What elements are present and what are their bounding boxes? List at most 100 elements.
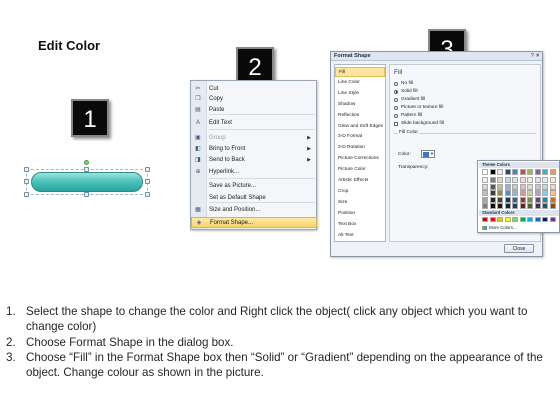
theme-color-swatch[interactable] xyxy=(542,183,548,190)
theme-color-swatch[interactable] xyxy=(489,196,496,203)
theme-color-swatch[interactable] xyxy=(482,183,488,190)
theme-color-swatch[interactable] xyxy=(512,190,518,197)
theme-color-swatch[interactable] xyxy=(519,190,526,197)
theme-color-swatch[interactable] xyxy=(489,177,496,184)
category-item[interactable]: Size xyxy=(335,198,385,208)
checkbox[interactable] xyxy=(394,121,398,126)
resize-handle[interactable] xyxy=(145,167,150,172)
resize-handle[interactable] xyxy=(24,192,29,197)
standard-color-swatch[interactable] xyxy=(489,217,496,222)
fill-option[interactable]: Solid fill xyxy=(394,88,418,95)
theme-color-swatch[interactable] xyxy=(542,177,548,184)
theme-color-swatch[interactable] xyxy=(549,183,556,190)
theme-color-swatch[interactable] xyxy=(519,183,526,190)
resize-handle[interactable] xyxy=(24,179,29,184)
theme-color-swatch[interactable] xyxy=(489,190,496,197)
dialog-help-close-icons[interactable]: ? ✕ xyxy=(531,52,540,61)
theme-color-swatch[interactable] xyxy=(534,196,541,203)
theme-color-swatch[interactable] xyxy=(497,190,503,197)
standard-color-swatch[interactable] xyxy=(482,217,488,222)
category-item[interactable]: Reflection xyxy=(335,111,385,121)
theme-color-swatch[interactable] xyxy=(534,169,541,175)
theme-color-swatch[interactable] xyxy=(549,190,556,197)
theme-color-swatch[interactable] xyxy=(527,196,533,203)
radio-button[interactable] xyxy=(394,81,398,86)
close-button[interactable]: Close xyxy=(504,244,534,253)
theme-color-swatch[interactable] xyxy=(512,183,518,190)
category-item[interactable]: Artistic Effects xyxy=(335,176,385,186)
category-item[interactable]: Text Box xyxy=(335,220,385,230)
context-menu-item[interactable]: ◨ Send to Back ▶ xyxy=(191,155,317,166)
theme-color-swatch[interactable] xyxy=(549,169,556,175)
theme-color-swatch[interactable] xyxy=(519,203,526,209)
theme-color-swatch[interactable] xyxy=(534,177,541,184)
theme-color-swatch[interactable] xyxy=(512,203,518,209)
radio-button[interactable] xyxy=(394,97,398,102)
context-menu-item[interactable]: ❐ Copy xyxy=(191,94,317,105)
radio-button[interactable] xyxy=(394,113,398,118)
category-item[interactable]: Crop xyxy=(335,187,385,197)
theme-color-swatch[interactable] xyxy=(549,203,556,209)
theme-color-swatch[interactable] xyxy=(519,177,526,184)
category-item[interactable]: Picture Corrections xyxy=(335,154,385,164)
theme-color-swatch[interactable] xyxy=(527,177,533,184)
standard-color-swatch[interactable] xyxy=(542,217,548,222)
theme-color-swatch[interactable] xyxy=(497,203,503,209)
resize-handle[interactable] xyxy=(24,167,29,172)
theme-color-swatch[interactable] xyxy=(504,183,511,190)
theme-color-swatch[interactable] xyxy=(534,190,541,197)
theme-color-swatch[interactable] xyxy=(527,203,533,209)
context-menu-item[interactable]: ▦ Size and Position... xyxy=(191,205,317,216)
theme-color-swatch[interactable] xyxy=(482,177,488,184)
category-item[interactable]: 3-D Rotation xyxy=(335,143,385,153)
standard-color-swatch[interactable] xyxy=(519,217,526,222)
standard-color-swatch[interactable] xyxy=(527,217,533,222)
context-menu-item[interactable]: ⊕ Hyperlink... xyxy=(191,167,317,178)
context-menu-item[interactable]: A Edit Text xyxy=(191,118,317,129)
theme-color-swatch[interactable] xyxy=(482,190,488,197)
resize-handle[interactable] xyxy=(145,179,150,184)
theme-color-swatch[interactable] xyxy=(542,169,548,175)
theme-color-swatch[interactable] xyxy=(482,169,488,175)
standard-color-swatch[interactable] xyxy=(504,217,511,222)
standard-color-swatch[interactable] xyxy=(497,217,503,222)
theme-color-swatch[interactable] xyxy=(549,177,556,184)
theme-color-swatch[interactable] xyxy=(512,177,518,184)
theme-color-swatch[interactable] xyxy=(542,190,548,197)
rotation-handle[interactable] xyxy=(84,160,89,165)
rounded-rectangle-shape[interactable] xyxy=(31,172,143,192)
category-item[interactable]: 3-D Format xyxy=(335,132,385,142)
resize-handle[interactable] xyxy=(145,192,150,197)
theme-color-swatch[interactable] xyxy=(534,183,541,190)
theme-color-swatch[interactable] xyxy=(489,169,496,175)
fill-option[interactable]: Gradient fill xyxy=(394,96,425,103)
theme-color-swatch[interactable] xyxy=(497,183,503,190)
fill-option[interactable]: Slide background fill xyxy=(394,120,444,127)
category-item[interactable]: Line Color xyxy=(335,78,385,88)
fill-option[interactable]: No fill xyxy=(394,80,413,87)
selected-shape[interactable] xyxy=(24,160,150,197)
radio-button[interactable] xyxy=(394,105,398,110)
category-item[interactable]: Glow and Soft Edges xyxy=(335,122,385,132)
theme-color-swatch[interactable] xyxy=(534,203,541,209)
theme-color-swatch[interactable] xyxy=(549,196,556,203)
more-colors-item[interactable]: More Colors... xyxy=(479,224,559,232)
theme-color-swatch[interactable] xyxy=(527,190,533,197)
theme-color-swatch[interactable] xyxy=(504,169,511,175)
theme-color-swatch[interactable] xyxy=(512,196,518,203)
theme-color-swatch[interactable] xyxy=(482,196,488,203)
theme-color-swatch[interactable] xyxy=(497,169,503,175)
theme-color-swatch[interactable] xyxy=(497,177,503,184)
theme-color-swatch[interactable] xyxy=(504,203,511,209)
theme-color-swatch[interactable] xyxy=(527,183,533,190)
standard-color-swatch[interactable] xyxy=(534,217,541,222)
theme-color-swatch[interactable] xyxy=(542,196,548,203)
category-item[interactable]: Fill xyxy=(335,67,385,78)
fill-option[interactable]: Pattern fill xyxy=(394,112,422,119)
radio-button[interactable] xyxy=(394,89,398,94)
theme-color-swatch[interactable] xyxy=(497,196,503,203)
theme-color-swatch[interactable] xyxy=(504,177,511,184)
theme-color-swatch[interactable] xyxy=(489,203,496,209)
theme-color-swatch[interactable] xyxy=(482,203,488,209)
context-menu-item[interactable]: ▣ Group ▶ xyxy=(191,133,317,144)
